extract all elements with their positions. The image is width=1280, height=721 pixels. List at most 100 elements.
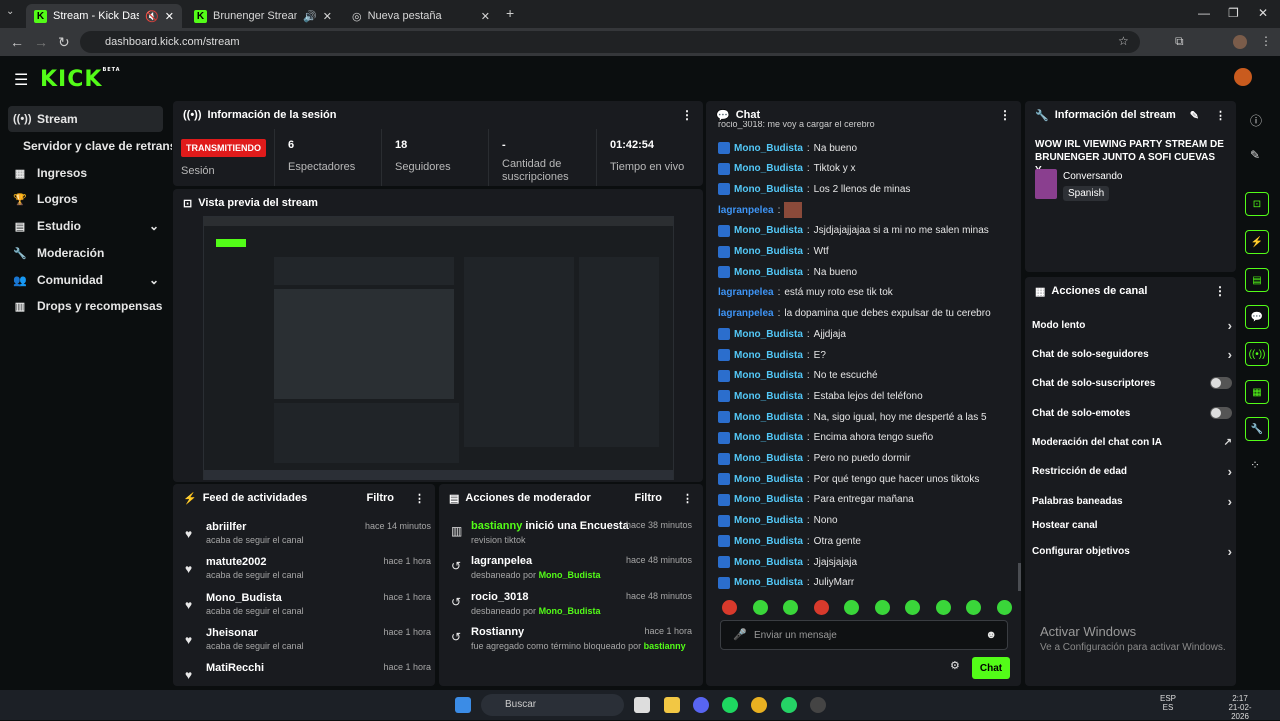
kick-logo[interactable]: KICKBETA xyxy=(40,67,121,92)
emotes-only-toggle[interactable] xyxy=(1210,407,1232,419)
user-avatar[interactable] xyxy=(1234,68,1252,86)
feed-user[interactable]: matute2002 xyxy=(206,556,267,568)
maximize-button[interactable]: ❐ xyxy=(1228,6,1239,20)
emote-icon[interactable] xyxy=(966,600,982,615)
chat-username[interactable]: Mono_Budista xyxy=(734,453,803,464)
settings-gear-icon[interactable]: ⚙ xyxy=(950,659,960,672)
windows-start-icon[interactable] xyxy=(455,697,471,713)
action-host-channel[interactable]: Hostear canal xyxy=(1032,515,1232,535)
close-window-button[interactable]: ✕ xyxy=(1258,6,1268,20)
chat-username[interactable]: Mono_Budista xyxy=(734,267,803,278)
action-configure-goals[interactable]: Configurar objetivos › xyxy=(1032,541,1232,561)
chat-username[interactable]: Mono_Budista xyxy=(734,577,803,588)
emote-icon[interactable] xyxy=(752,600,768,615)
sidebar-item-stream[interactable]: ((•)) Stream xyxy=(8,106,163,132)
mute-icon[interactable]: 🔇 xyxy=(145,10,159,23)
profile-avatar[interactable] xyxy=(1233,35,1247,49)
minimize-button[interactable]: — xyxy=(1198,6,1210,20)
mod-user[interactable]: bastianny xyxy=(471,520,522,532)
discord-icon[interactable] xyxy=(693,697,709,713)
close-tab-icon[interactable]: ✕ xyxy=(165,10,174,23)
stream-video[interactable] xyxy=(203,216,674,480)
chat-username[interactable]: lagranpelea xyxy=(718,287,774,298)
chat-scrollbar[interactable] xyxy=(1018,563,1021,591)
mod-user[interactable]: rocio_3018 xyxy=(471,591,528,603)
chat-username[interactable]: Mono_Budista xyxy=(734,246,803,257)
chat-username[interactable]: Mono_Budista xyxy=(734,494,803,505)
taskbar-clock[interactable]: 2:17 21-02-2026 xyxy=(1220,694,1260,721)
taskbar-search[interactable]: Buscar xyxy=(481,694,624,716)
feed-user[interactable]: MatiRecchi xyxy=(206,662,264,674)
add-widget-icon[interactable]: ⁘ xyxy=(1250,458,1260,472)
reload-icon[interactable]: ↻ xyxy=(58,34,70,51)
mod-by-user[interactable]: bastianny xyxy=(644,641,686,651)
new-tab-button[interactable]: + xyxy=(506,5,514,21)
mod-by-user[interactable]: Mono_Budista xyxy=(539,606,601,616)
chat-username[interactable]: Mono_Budista xyxy=(734,515,803,526)
sliders-toggle-icon[interactable]: ▦ xyxy=(1245,380,1269,404)
emote-icon[interactable] xyxy=(935,600,951,615)
menu-dots-icon[interactable]: ⋮ xyxy=(1214,284,1226,298)
hamburger-menu-icon[interactable]: ☰ xyxy=(14,70,28,90)
filter-button[interactable]: Filtro xyxy=(635,492,663,504)
action-ai-moderation[interactable]: Moderación del chat con IA ↗ xyxy=(1032,432,1232,452)
tab-new-tab[interactable]: ◎ Nueva pestaña ✕ xyxy=(344,4,498,28)
audio-icon[interactable]: 🔊 xyxy=(303,10,317,23)
sidebar-item-moderacion[interactable]: 🔧 Moderación xyxy=(8,240,163,266)
feed-user[interactable]: Mono_Budista xyxy=(206,592,282,604)
task-view-icon[interactable] xyxy=(634,697,650,713)
edit-icon[interactable]: ✎ xyxy=(1190,109,1199,122)
chrome-icon[interactable] xyxy=(751,697,767,713)
lightning-toggle-icon[interactable]: ⚡ xyxy=(1245,230,1269,254)
emote-icon[interactable] xyxy=(844,600,860,615)
action-followers-only[interactable]: Chat de solo-seguidores › xyxy=(1032,344,1232,364)
chat-username[interactable]: lagranpelea xyxy=(718,205,774,216)
chat-username[interactable]: Mono_Budista xyxy=(734,225,803,236)
emote-icon[interactable] xyxy=(813,600,829,615)
send-chat-button[interactable]: Chat xyxy=(972,657,1010,679)
subscribers-only-toggle[interactable] xyxy=(1210,377,1232,389)
menu-dots-icon[interactable]: ⋮ xyxy=(1260,34,1272,48)
sidebar-item-estudio[interactable]: ▤ Estudio ⌄ xyxy=(8,213,163,239)
emote-icon[interactable] xyxy=(874,600,890,615)
feed-user[interactable]: abriilfer xyxy=(206,521,246,533)
tab-brunenger-stream[interactable]: K Brunenger Stream - Watch 🔊 ✕ xyxy=(186,4,340,28)
wrench-toggle-icon[interactable]: 🔧 xyxy=(1245,417,1269,441)
action-banned-words[interactable]: Palabras baneadas › xyxy=(1032,491,1232,511)
sidebar-item-ingresos[interactable]: ▦ Ingresos xyxy=(8,160,163,186)
menu-dots-icon[interactable]: ⋮ xyxy=(681,108,693,122)
category-name[interactable]: Conversando xyxy=(1063,171,1122,182)
file-explorer-icon[interactable] xyxy=(664,697,680,713)
tab-search-button[interactable]: ⌄ xyxy=(6,6,14,17)
emote-icon[interactable] xyxy=(905,600,921,615)
back-icon[interactable]: ← xyxy=(10,34,24,50)
mod-user[interactable]: Rostianny xyxy=(471,626,524,638)
sidebar-item-comunidad[interactable]: 👥 Comunidad ⌄ xyxy=(8,267,163,293)
action-age-restriction[interactable]: Restricción de edad › xyxy=(1032,461,1232,481)
whatsapp-icon[interactable] xyxy=(781,697,797,713)
info-icon[interactable]: ⓘ xyxy=(1250,112,1262,129)
spotify-icon[interactable] xyxy=(722,697,738,713)
chat-input[interactable]: 🎤 Enviar un mensaje ☻ xyxy=(720,620,1008,650)
bookmark-star-icon[interactable]: ☆ xyxy=(1118,34,1129,48)
chat-username[interactable]: Mono_Budista xyxy=(734,474,803,485)
chat-username[interactable]: lagranpelea xyxy=(718,308,774,319)
preview-toggle-icon[interactable]: ⊡ xyxy=(1245,192,1269,216)
chat-username[interactable]: Mono_Budista xyxy=(734,184,803,195)
mod-by-user[interactable]: Mono_Budista xyxy=(539,570,601,580)
sidebar-item-logros[interactable]: 🏆 Logros xyxy=(8,186,163,212)
filter-button[interactable]: Filtro xyxy=(367,492,395,504)
emoji-picker-icon[interactable]: ☻ xyxy=(985,629,997,641)
chat-username[interactable]: Mono_Budista xyxy=(734,350,803,361)
input-language[interactable]: ESP ES xyxy=(1160,694,1176,712)
broadcast-toggle-icon[interactable]: ((•)) xyxy=(1245,342,1269,366)
chat-username[interactable]: Mono_Budista xyxy=(734,391,803,402)
chat-username[interactable]: Mono_Budista xyxy=(734,536,803,547)
menu-dots-icon[interactable]: ⋮ xyxy=(1215,109,1226,122)
tab-stream-dashboard[interactable]: K Stream - Kick Dashboard 🔇 ✕ xyxy=(26,4,182,28)
chat-username[interactable]: Mono_Budista xyxy=(734,329,803,340)
close-tab-icon[interactable]: ✕ xyxy=(481,10,490,23)
obs-icon[interactable] xyxy=(810,697,826,713)
chat-toggle-icon[interactable]: 💬 xyxy=(1245,305,1269,329)
mod-user[interactable]: lagranpelea xyxy=(471,555,532,567)
